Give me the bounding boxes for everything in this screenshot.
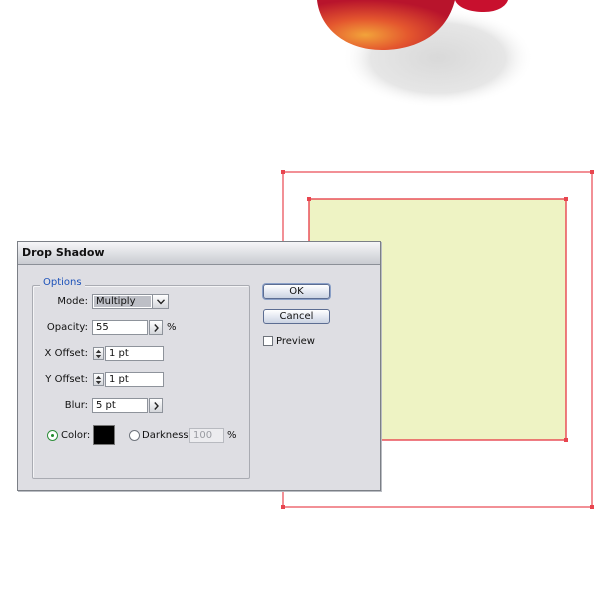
mode-value: Multiply xyxy=(94,296,151,307)
opacity-unit: % xyxy=(167,322,177,333)
drop-shadow-dialog[interactable]: Drop Shadow Options Mode: Multiply Opaci… xyxy=(17,241,381,491)
x-offset-input[interactable]: 1 pt xyxy=(105,346,164,361)
opacity-slider-button[interactable] xyxy=(149,320,163,335)
blur-input[interactable]: 5 pt xyxy=(92,398,148,413)
x-offset-label: X Offset: xyxy=(44,348,88,359)
mode-select[interactable]: Multiply xyxy=(92,294,169,309)
chevron-right-icon xyxy=(153,401,159,410)
preview-label: Preview xyxy=(276,336,315,347)
ok-button[interactable]: OK xyxy=(263,284,330,299)
y-offset-label: Y Offset: xyxy=(45,374,88,385)
color-radio[interactable] xyxy=(47,430,58,441)
y-offset-input[interactable]: 1 pt xyxy=(105,372,164,387)
darkness-label: Darkness: xyxy=(142,430,193,441)
options-group-label: Options xyxy=(40,277,85,288)
dialog-titlebar[interactable]: Drop Shadow xyxy=(18,242,380,265)
shadow-color-swatch[interactable] xyxy=(93,425,115,445)
cancel-button[interactable]: Cancel xyxy=(263,309,330,324)
darkness-radio[interactable] xyxy=(129,430,140,441)
y-offset-stepper[interactable] xyxy=(93,373,104,386)
preview-checkbox[interactable] xyxy=(263,336,273,346)
darkness-input: 100 xyxy=(189,428,224,443)
opacity-input[interactable]: 55 xyxy=(92,320,148,335)
spinner-icon xyxy=(95,375,102,384)
blur-slider-button[interactable] xyxy=(149,398,163,413)
dialog-title: Drop Shadow xyxy=(22,246,105,259)
chevron-down-icon[interactable] xyxy=(152,295,168,308)
x-offset-stepper[interactable] xyxy=(93,347,104,360)
chevron-right-icon xyxy=(153,323,159,332)
darkness-unit: % xyxy=(227,430,237,441)
spinner-icon xyxy=(95,349,102,358)
mode-label: Mode: xyxy=(57,296,88,307)
color-label: Color: xyxy=(61,430,91,441)
opacity-label: Opacity: xyxy=(46,322,88,333)
blur-label: Blur: xyxy=(64,400,88,411)
